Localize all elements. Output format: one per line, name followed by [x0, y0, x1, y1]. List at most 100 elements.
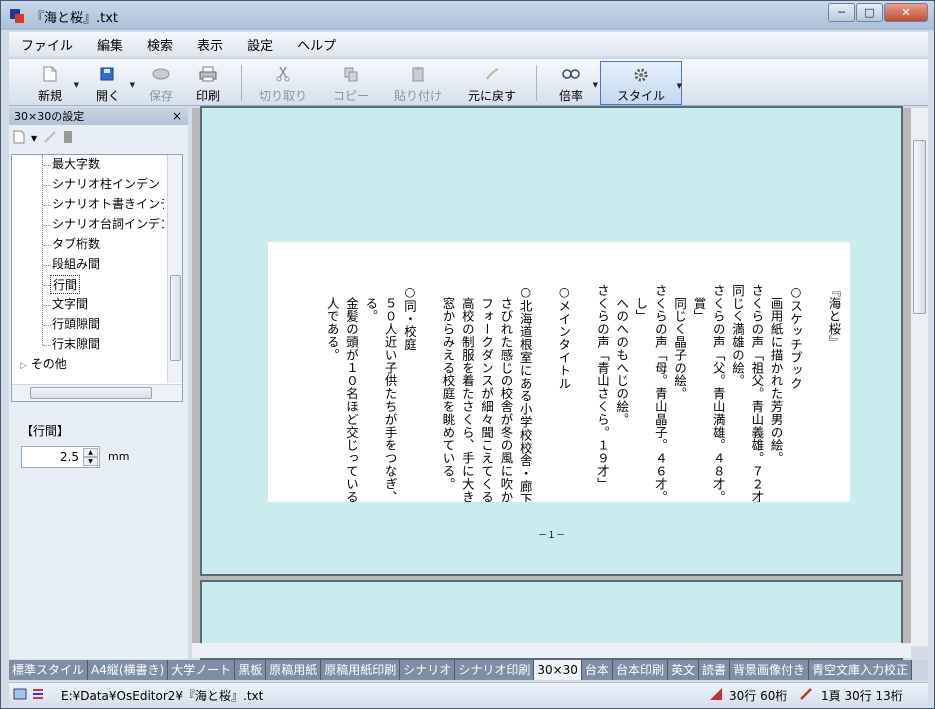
menu-file[interactable]: ファイル [9, 35, 85, 54]
style-tab[interactable]: シナリオ [400, 660, 456, 680]
tree-connector [43, 245, 51, 246]
text-column: る。 [363, 284, 379, 323]
tree-item-tab-width[interactable]: タブ桁数 [52, 235, 164, 254]
text-column: へのへのもへじの絵。 [614, 284, 630, 426]
copy-label: コピー [332, 89, 369, 103]
text-column: ○北海道根室にある小学校校舎・廊下 [518, 284, 534, 502]
style-tab[interactable]: 青空文庫入力校正 [809, 660, 913, 680]
save-icon [152, 65, 170, 83]
panel-header: 30×30の設定 × [9, 108, 188, 125]
undo-label: 元に戻す [467, 89, 516, 103]
unit-label: mm [108, 450, 130, 463]
tree-item-scenario-pillar-indent[interactable]: シナリオ柱インデン [52, 175, 164, 194]
tree-vertical-scrollbar[interactable] [167, 155, 182, 383]
save-button[interactable]: 保存 [146, 61, 176, 105]
tree-item-scenario-stage-indent[interactable]: シナリオト書きインデ [52, 195, 164, 214]
style-tab[interactable]: A4縦(横書き) [88, 660, 169, 680]
style-tab[interactable]: 標準スタイル [9, 660, 89, 680]
dropdown-arrow-icon[interactable]: ▼ [31, 134, 37, 143]
save-label: 保存 [148, 89, 173, 103]
menu-search[interactable]: 検索 [135, 35, 185, 54]
tree-connector [43, 305, 51, 306]
tree-connector [43, 345, 51, 346]
document-vertical-scrollbar[interactable] [911, 108, 928, 646]
increment-icon[interactable]: ▲ [83, 448, 98, 457]
printer-icon [199, 65, 217, 83]
tree-item-other[interactable]: ▷ その他 [20, 355, 67, 374]
style-tab[interactable]: 原稿用紙印刷 [321, 660, 401, 680]
tree-item-line-end-gap[interactable]: 行末隙間 [52, 335, 164, 354]
style-dropdown-icon[interactable]: ▼ [677, 82, 682, 90]
scrollbar-thumb[interactable] [30, 387, 152, 399]
brush-icon[interactable] [43, 130, 57, 147]
style-button[interactable]: スタイル ▼ [600, 61, 682, 105]
zoom-label: 倍率 [558, 89, 583, 103]
panel-title: 30×30の設定 [14, 110, 85, 123]
line-spacing-stepper[interactable]: 2.5 ▲ ▼ [21, 446, 100, 468]
tree-item-char-spacing[interactable]: 文字間 [52, 295, 164, 314]
scrollbar-thumb[interactable] [913, 140, 926, 314]
text-column: さくらの声「祖父。青山義雄。７２才。性格、 [749, 284, 765, 502]
text-column: 金髪の頭が１０名ほど交じっている。彼ら [344, 284, 360, 502]
line-spacing-value[interactable]: 2.5 [60, 450, 79, 464]
tree-item-line-spacing[interactable]: 行間 [50, 275, 81, 294]
copy-button[interactable]: コピー [331, 61, 371, 105]
zoom-dropdown-icon[interactable]: ▼ [593, 81, 598, 89]
zoom-button[interactable]: 倍率 ▼ [556, 61, 598, 105]
layout-icon[interactable] [13, 687, 27, 701]
pen-icon [799, 687, 813, 701]
style-tab[interactable]: 台本 [581, 660, 613, 680]
new-style-icon[interactable] [13, 130, 25, 147]
minimize-button[interactable]: ─ [828, 3, 855, 22]
undo-button[interactable]: 元に戻す [464, 61, 520, 105]
tree-item-column-gap[interactable]: 段組み間 [52, 255, 164, 274]
title-bar[interactable]: 『海と桜』.txt ─ □ ✕ [1, 1, 934, 30]
print-button[interactable]: 印刷 [193, 61, 223, 105]
style-tab[interactable]: 黒板 [235, 660, 267, 680]
new-dropdown-icon[interactable]: ▼ [74, 81, 79, 89]
menu-view[interactable]: 表示 [185, 35, 235, 54]
new-button[interactable]: 新規 ▼ [33, 61, 79, 105]
ruler-icon [709, 687, 723, 701]
style-tab[interactable]: 読書 [698, 660, 730, 680]
settings-tree[interactable]: 最大字数 シナリオ柱インデン シナリオト書きインデ シナリオ台詞インデン タブ桁… [11, 154, 183, 402]
scrollbar-thumb[interactable] [170, 275, 181, 361]
toolbar-separator [536, 65, 537, 101]
decrement-icon[interactable]: ▼ [83, 457, 98, 466]
document-horizontal-scrollbar[interactable] [192, 643, 911, 658]
menu-settings[interactable]: 設定 [235, 35, 285, 54]
style-tab[interactable]: 原稿用紙 [266, 660, 322, 680]
style-tab[interactable]: 英文 [667, 660, 699, 680]
menu-edit[interactable]: 編集 [85, 35, 135, 54]
tree-connector [43, 325, 51, 326]
cut-button[interactable]: 切り取り [257, 61, 309, 105]
text-column: 賞」 [691, 284, 707, 323]
style-tab[interactable]: シナリオ印刷 [455, 660, 535, 680]
expand-arrow-icon[interactable]: ▷ [20, 361, 27, 371]
tree-item-scenario-dialog-indent[interactable]: シナリオ台詞インデン [52, 215, 164, 234]
close-button[interactable]: ✕ [884, 3, 928, 22]
settings-panel: 30×30の設定 × ▼ 最大字数 シナリオ柱インデン シナリオト書きインデ シ… [9, 108, 188, 659]
tree-item-line-head-gap[interactable]: 行頭隙間 [52, 315, 164, 334]
tree-horizontal-scrollbar[interactable] [12, 384, 182, 401]
print-label: 印刷 [195, 89, 220, 103]
menu-help[interactable]: ヘルプ [285, 35, 348, 54]
style-tab[interactable]: 台本印刷 [612, 660, 668, 680]
tree-connector [43, 165, 51, 166]
tree-item-max-chars[interactable]: 最大字数 [52, 155, 164, 174]
open-dropdown-icon[interactable]: ▼ [130, 81, 135, 89]
style-tab[interactable]: 30×30 [534, 660, 582, 680]
text-column: ○スケッチブック [788, 284, 804, 390]
document-view[interactable]: 『海と桜』 ○スケッチブック 画用紙に描かれた芳男の絵。 さくらの声「祖父。青山義雄… [192, 106, 911, 660]
page-paper[interactable]: 『海と桜』 ○スケッチブック 画用紙に描かれた芳男の絵。 さくらの声「祖父。青山義雄… [268, 242, 850, 502]
maximize-button[interactable]: □ [856, 3, 883, 22]
document-icon[interactable] [63, 130, 73, 147]
open-button[interactable]: 開く ▼ [93, 61, 135, 105]
paste-button[interactable]: 貼り付け [392, 61, 444, 105]
panel-close-button[interactable]: × [172, 108, 182, 125]
style-tab[interactable]: 大学ノート [168, 660, 236, 680]
panel-toolbar: ▼ [13, 129, 73, 147]
style-tab[interactable]: 背景画像付き [729, 660, 809, 680]
text-column: ５０人近い子供たちが手をつなぎ、フォー [383, 284, 399, 502]
format-icon[interactable] [31, 687, 45, 701]
